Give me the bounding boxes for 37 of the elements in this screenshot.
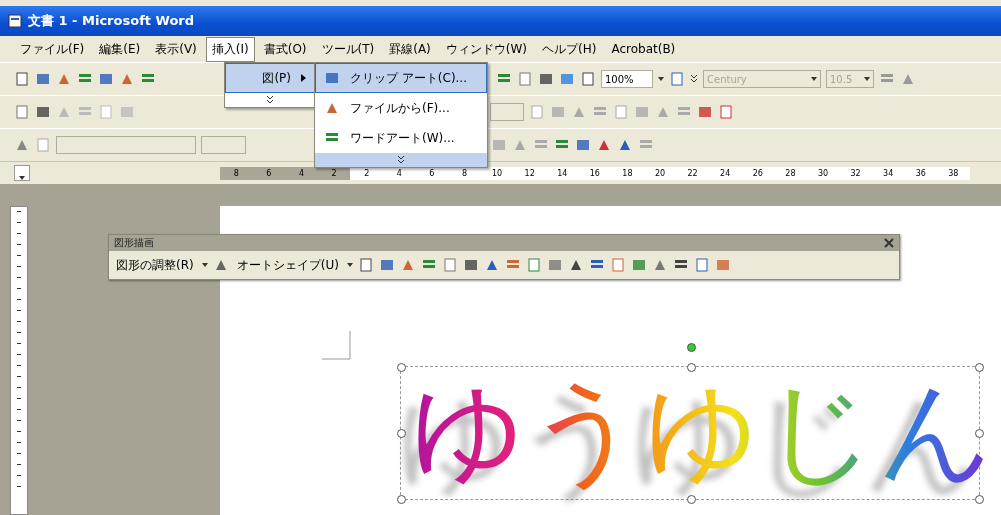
ruler-number: 8 (220, 166, 253, 180)
ruler-number: 30 (806, 166, 840, 180)
menu-item[interactable]: 図(P) (225, 63, 315, 93)
ruler-number: 22 (676, 166, 709, 180)
menu-item[interactable]: ツール(T) (315, 36, 381, 62)
menu-item[interactable]: ファイルから(F)... (315, 93, 487, 123)
menu-item[interactable]: ヘルプ(H) (536, 36, 603, 62)
ruler-number: 6 (252, 166, 286, 180)
menu-item[interactable]: 挿入(I) (205, 36, 255, 62)
ruler-number: 10 (480, 166, 514, 180)
menu-item[interactable]: クリップ アート(C)... (315, 63, 487, 93)
ruler-number: 16 (578, 166, 612, 180)
menu-item[interactable]: 罫線(A) (383, 36, 437, 62)
ruler-number: 38 (937, 166, 970, 180)
ruler-number: 26 (741, 166, 775, 180)
ruler-number: 36 (904, 166, 938, 180)
menu-item[interactable]: ファイル(F) (14, 36, 91, 62)
draw-menu-button[interactable]: 図形の調整(R) (113, 254, 197, 276)
ruler-number: 18 (611, 166, 644, 180)
zoom-field[interactable]: 100% (601, 70, 653, 88)
menu-item[interactable]: ウィンドウ(W) (439, 36, 534, 62)
menu-item[interactable]: 編集(E) (93, 36, 147, 62)
menu-item[interactable]: 表示(V) (149, 36, 203, 62)
ruler-number: 20 (643, 166, 677, 180)
ruler-number: 4 (285, 166, 318, 180)
ruler-number: 12 (513, 166, 546, 180)
ruler-number: 34 (871, 166, 905, 180)
ruler-number: 14 (545, 166, 579, 180)
ruler-number: 28 (774, 166, 807, 180)
menu-item[interactable]: Acrobat(B) (605, 38, 682, 60)
window-title: 文書 1 - Microsoft Word (28, 12, 195, 30)
menu-item[interactable]: 書式(O) (257, 36, 313, 62)
menu-item[interactable]: ワードアート(W)... (315, 123, 487, 153)
toolbar-title: 図形描画 (114, 236, 154, 250)
autoshapes-menu-button[interactable]: オートシェイプ(U) (233, 254, 342, 276)
ruler-number: 24 (708, 166, 742, 180)
ruler-number: 32 (839, 166, 872, 180)
